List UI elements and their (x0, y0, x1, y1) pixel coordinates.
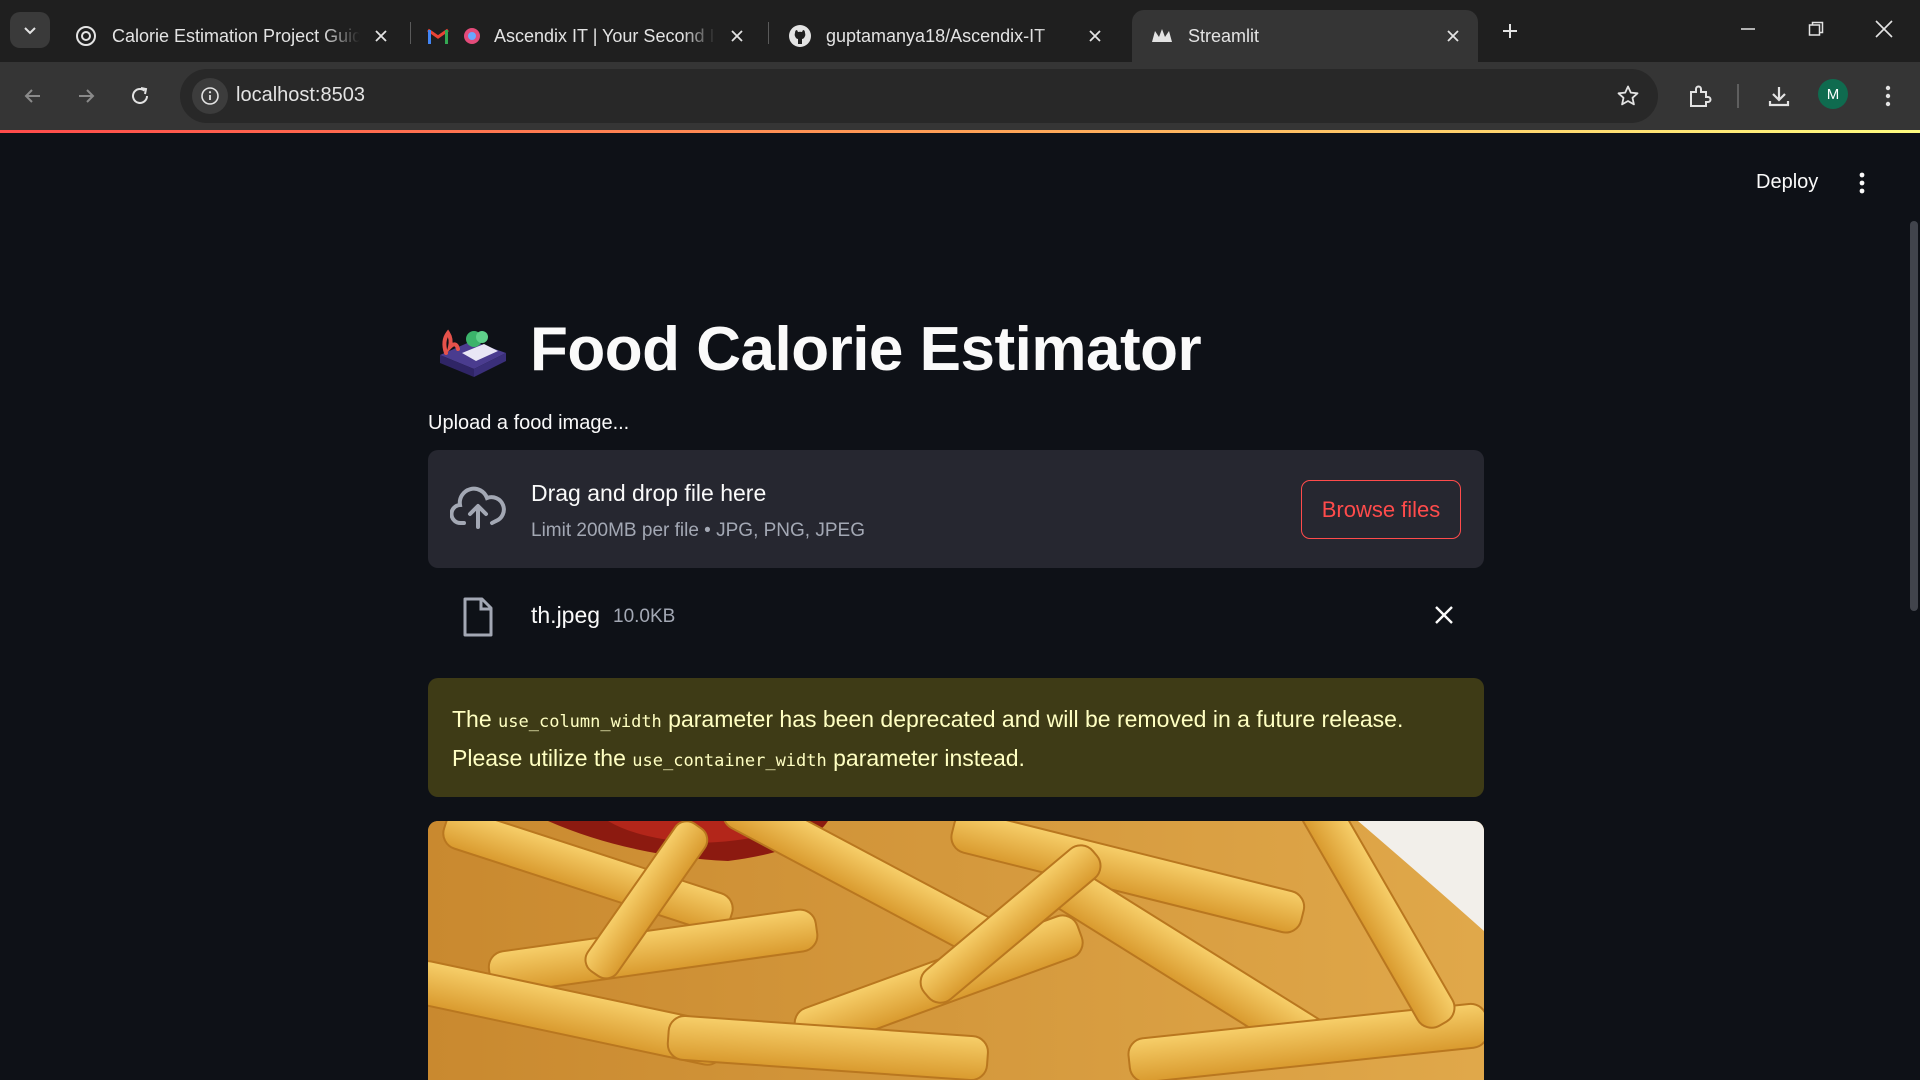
back-button[interactable] (11, 74, 55, 118)
uploaded-food-image (428, 821, 1484, 1080)
file-icon (463, 597, 493, 637)
gmail-icon (426, 24, 450, 48)
dropzone-limit-text: Limit 200MB per file • JPG, PNG, JPEG (531, 520, 865, 541)
warning-code: use_container_width (632, 751, 827, 771)
warning-text: The (452, 706, 499, 732)
title-row: Food Calorie Estimator (436, 309, 1202, 389)
reload-icon (132, 87, 148, 104)
browser-tabstrip: Calorie Estimation Project Guide Ascendi… (0, 0, 1920, 62)
arrow-left-icon (24, 89, 40, 103)
github-icon (788, 24, 812, 48)
close-icon[interactable] (726, 25, 748, 47)
tab-divider (410, 22, 411, 44)
close-icon (1875, 20, 1893, 38)
tab-ascendix[interactable]: Ascendix IT | Your Second In (412, 10, 762, 62)
deploy-button[interactable]: Deploy (1756, 171, 1818, 194)
tab-search-button[interactable] (10, 12, 50, 48)
tab-title: Ascendix IT | Your Second In (494, 25, 716, 46)
close-icon[interactable] (1084, 25, 1106, 47)
arrow-right-icon (79, 89, 95, 103)
warning-code: use_column_width (498, 712, 662, 732)
chevron-down-icon (24, 27, 36, 35)
uploaded-file-size: 10.0KB (613, 606, 676, 627)
close-icon[interactable] (370, 25, 392, 47)
browse-files-button[interactable]: Browse files (1301, 480, 1461, 539)
minimize-button[interactable] (1714, 0, 1782, 58)
close-icon (1435, 606, 1453, 624)
french-fries-image (428, 821, 1484, 1080)
bookmark-star-icon[interactable] (1612, 80, 1644, 112)
url-text[interactable]: localhost:8503 (236, 84, 365, 107)
address-bar[interactable]: localhost:8503 (180, 69, 1658, 123)
tab-divider (768, 22, 769, 44)
restore-icon (1808, 21, 1824, 36)
deprecation-warning: The use_column_width parameter has been … (428, 678, 1484, 797)
scrollbar[interactable] (1910, 221, 1918, 611)
main-menu-icon[interactable] (1850, 169, 1874, 197)
downloads-icon[interactable] (1759, 76, 1799, 116)
profile-avatar[interactable]: M (1818, 79, 1848, 109)
plus-icon (1503, 24, 1517, 38)
tab-calorie-guide[interactable]: Calorie Estimation Project Guide (56, 10, 406, 62)
warning-text: parameter instead. (826, 745, 1025, 771)
close-icon[interactable] (1442, 25, 1464, 47)
site-info-icon[interactable] (192, 78, 228, 114)
page-title: Food Calorie Estimator (530, 314, 1202, 384)
streamlit-app: Deploy Food Calorie Estimator Upload a f… (0, 133, 1920, 1080)
uploader-label: Upload a food image... (428, 412, 630, 434)
close-window-button[interactable] (1850, 0, 1918, 58)
minimize-icon (1741, 28, 1755, 30)
uploaded-file-row: th.jpeg 10.0KB (428, 585, 1484, 645)
browser-menu-icon[interactable] (1868, 76, 1908, 116)
forward-button[interactable] (64, 74, 108, 118)
bento-box-emoji-icon (440, 329, 506, 377)
uploaded-file-name: th.jpeg (531, 602, 601, 628)
extensions-icon[interactable] (1680, 76, 1720, 116)
tab-title: guptamanya18/Ascendix-IT (826, 25, 1046, 46)
ascendix-icon (460, 24, 484, 48)
new-tab-button[interactable] (1492, 14, 1528, 48)
tab-title: Calorie Estimation Project Guide (112, 25, 360, 46)
restore-button[interactable] (1782, 0, 1850, 58)
tab-github[interactable]: guptamanya18/Ascendix-IT (770, 10, 1120, 62)
dropzone-instructions: Drag and drop file here (531, 480, 767, 506)
streamlit-icon (1150, 24, 1174, 48)
cloud-upload-icon (450, 486, 506, 529)
openai-icon (74, 24, 98, 48)
file-dropzone[interactable]: Drag and drop file here Limit 200MB per … (428, 450, 1484, 568)
tab-streamlit[interactable]: Streamlit (1132, 10, 1478, 62)
remove-file-button[interactable] (1430, 601, 1458, 629)
toolbar-divider (1737, 84, 1739, 108)
browser-toolbar: localhost:8503 (0, 62, 1920, 130)
reload-button[interactable] (118, 74, 162, 118)
tab-title: Streamlit (1188, 25, 1260, 46)
